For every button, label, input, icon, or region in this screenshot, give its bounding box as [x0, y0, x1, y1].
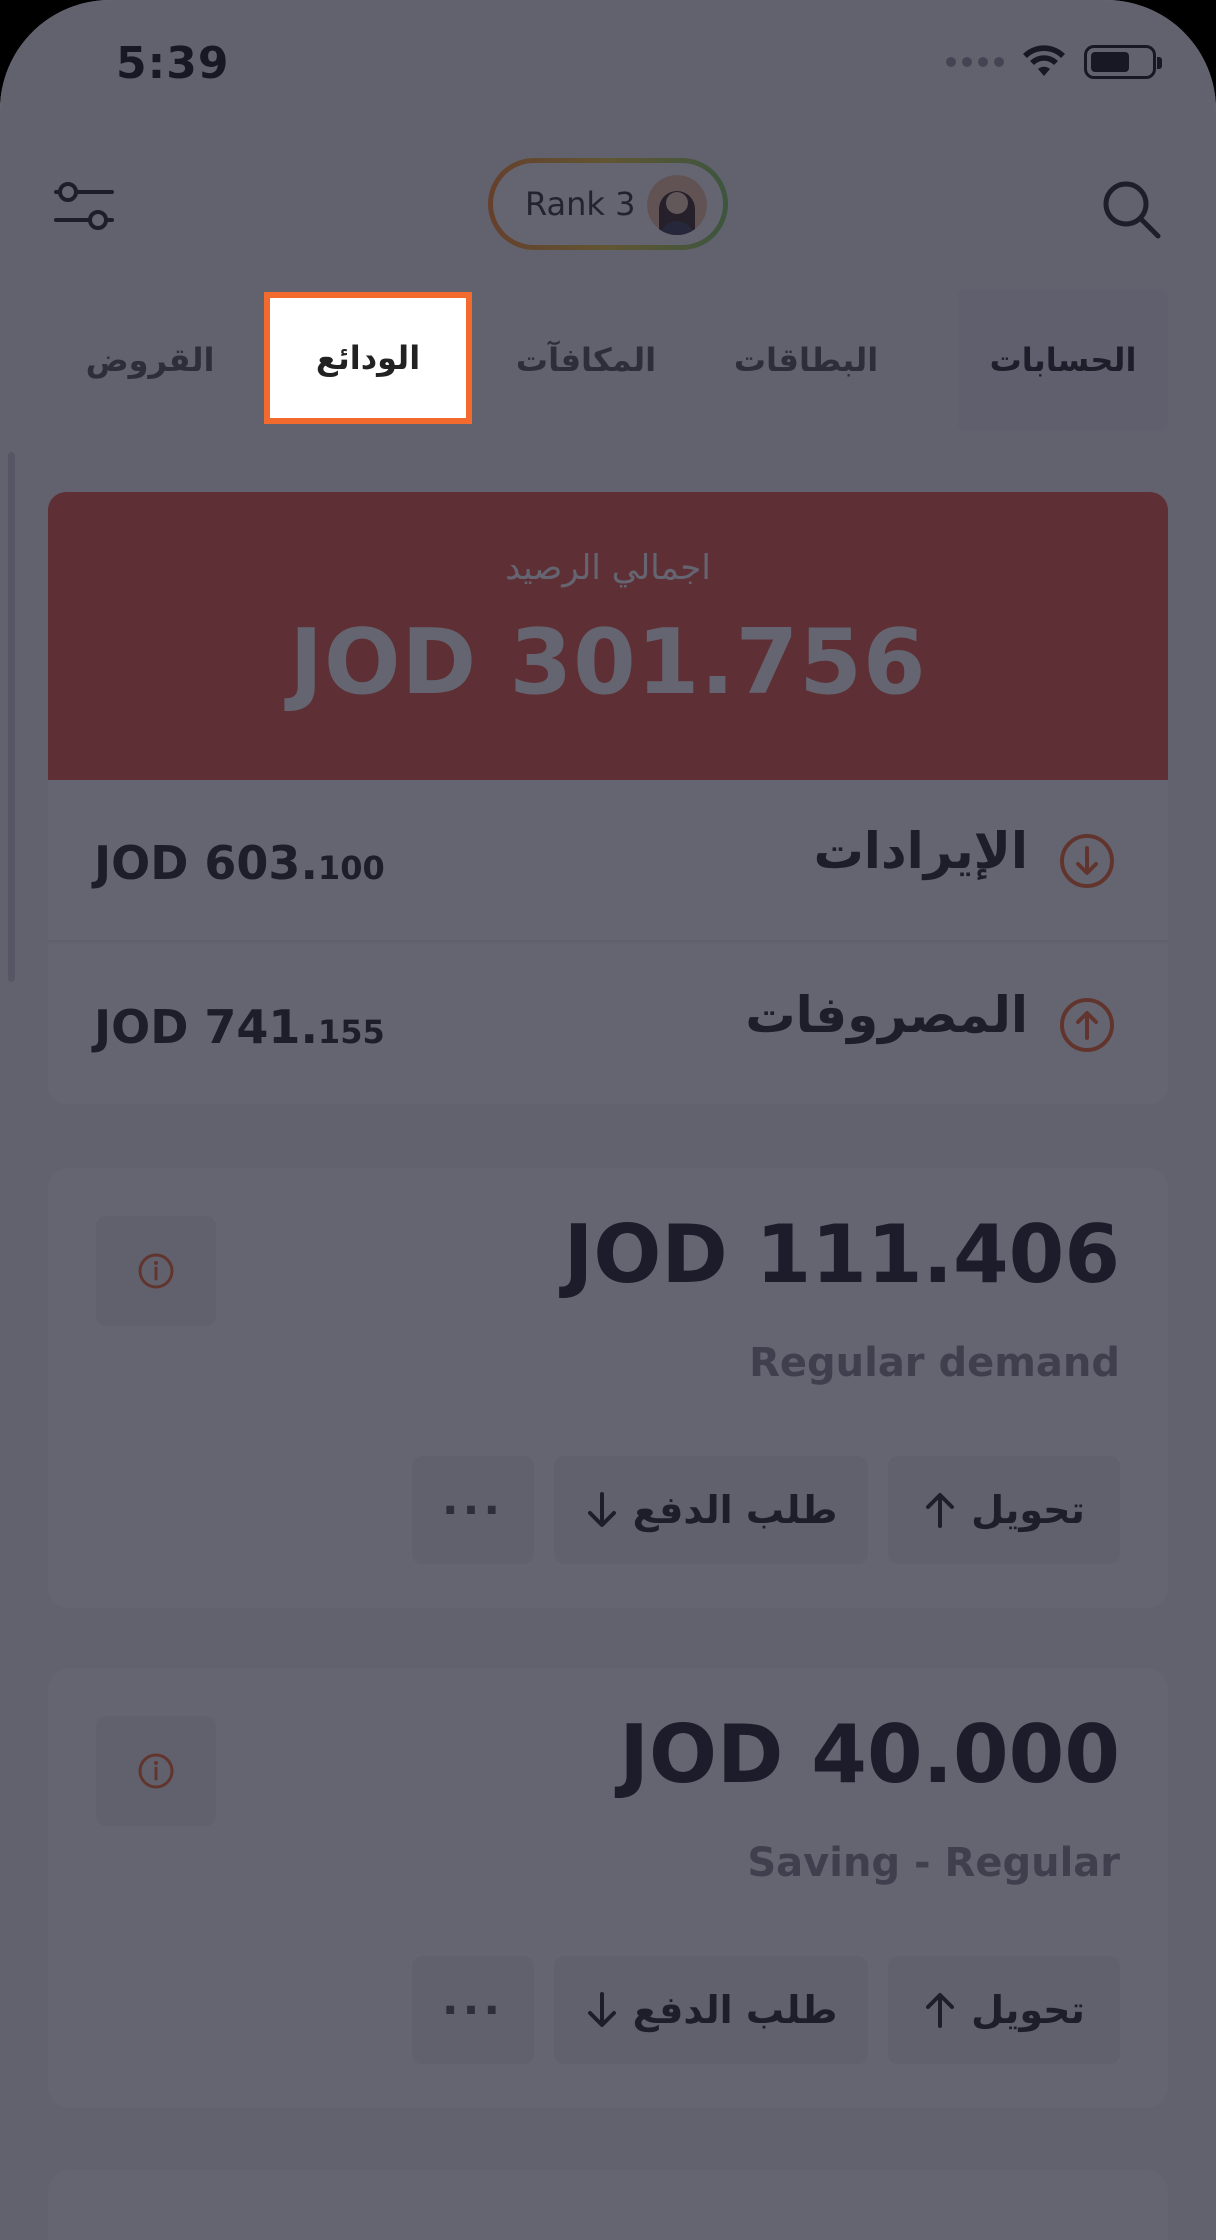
- tab-loans[interactable]: القروض: [60, 290, 240, 430]
- tab-deposits[interactable]: الودائع: [264, 292, 472, 424]
- category-tabs: الحسابات البطاقات المكافآت القروض: [0, 290, 1216, 430]
- arrow-up-icon: [926, 1493, 955, 1528]
- top-header: Rank 3: [0, 150, 1216, 260]
- arrow-up-icon: [926, 1993, 955, 2028]
- expenses-label: المصروفات: [745, 986, 1028, 1044]
- request-payment-label: طلب الدفع: [632, 1488, 838, 1532]
- account-type: Saving - Regular: [747, 1840, 1120, 1886]
- account-card[interactable]: JOD 40.000 Saving - Regular تحويل طلب ال…: [48, 1668, 1168, 2108]
- filter-sliders-icon[interactable]: [54, 178, 114, 234]
- request-payment-label: طلب الدفع: [632, 1988, 838, 2032]
- rank-label: Rank 3: [525, 185, 636, 223]
- cellular-signal-icon: [946, 57, 1004, 67]
- transfer-label: تحويل: [971, 1488, 1085, 1532]
- rank-badge[interactable]: Rank 3: [488, 158, 728, 250]
- total-balance-amount: JOD 301.756: [289, 610, 927, 715]
- request-payment-button[interactable]: طلب الدفع: [554, 1456, 868, 1564]
- status-bar: 5:39: [0, 0, 1216, 130]
- transfer-button[interactable]: تحويل: [888, 1456, 1120, 1564]
- transfer-label: تحويل: [971, 1988, 1085, 2032]
- tab-accounts[interactable]: الحسابات: [958, 290, 1168, 430]
- avatar: [647, 175, 707, 235]
- income-row[interactable]: JOD 603.100 الإيرادات: [48, 780, 1168, 942]
- status-time: 5:39: [116, 38, 230, 89]
- scrollbar[interactable]: [8, 452, 15, 982]
- arrow-down-icon: [587, 1992, 616, 2027]
- account-card[interactable]: JOD 111.406 Regular demand تحويل طلب الد…: [48, 1168, 1168, 1608]
- tab-cards[interactable]: البطاقات: [716, 290, 896, 430]
- search-icon[interactable]: [1098, 176, 1164, 242]
- request-payment-button[interactable]: طلب الدفع: [554, 1956, 868, 2064]
- expenses-amount: JOD 741.155: [94, 1000, 385, 1054]
- account-balance: JOD 111.406: [563, 1208, 1120, 1301]
- info-icon: [138, 1253, 174, 1289]
- app-screen: 5:39 Rank 3 الحسابات البطاقات المكافآت ا…: [0, 0, 1216, 2240]
- info-icon: [138, 1753, 174, 1789]
- account-card-partial[interactable]: [48, 2170, 1168, 2240]
- total-balance-card: اجمالي الرصيد JOD 301.756: [48, 492, 1168, 780]
- battery-icon: [1084, 45, 1162, 79]
- expenses-row[interactable]: JOD 741.155 المصروفات: [48, 944, 1168, 1104]
- arrow-up-circle-icon: [1060, 998, 1114, 1052]
- more-options-button[interactable]: ···: [412, 1456, 534, 1564]
- total-balance-title: اجمالي الرصيد: [505, 548, 711, 588]
- account-type: Regular demand: [749, 1340, 1120, 1386]
- income-amount: JOD 603.100: [94, 836, 385, 890]
- arrow-down-circle-icon: [1060, 834, 1114, 888]
- info-button[interactable]: [96, 1716, 216, 1826]
- tab-rewards[interactable]: المكافآت: [486, 290, 686, 430]
- arrow-down-icon: [587, 1492, 616, 1527]
- transfer-button[interactable]: تحويل: [888, 1956, 1120, 2064]
- status-icons: [946, 44, 1162, 80]
- account-balance: JOD 40.000: [619, 1708, 1120, 1801]
- wifi-icon: [1023, 45, 1065, 76]
- more-options-button[interactable]: ···: [412, 1956, 534, 2064]
- income-label: الإيرادات: [813, 822, 1028, 880]
- info-button[interactable]: [96, 1216, 216, 1326]
